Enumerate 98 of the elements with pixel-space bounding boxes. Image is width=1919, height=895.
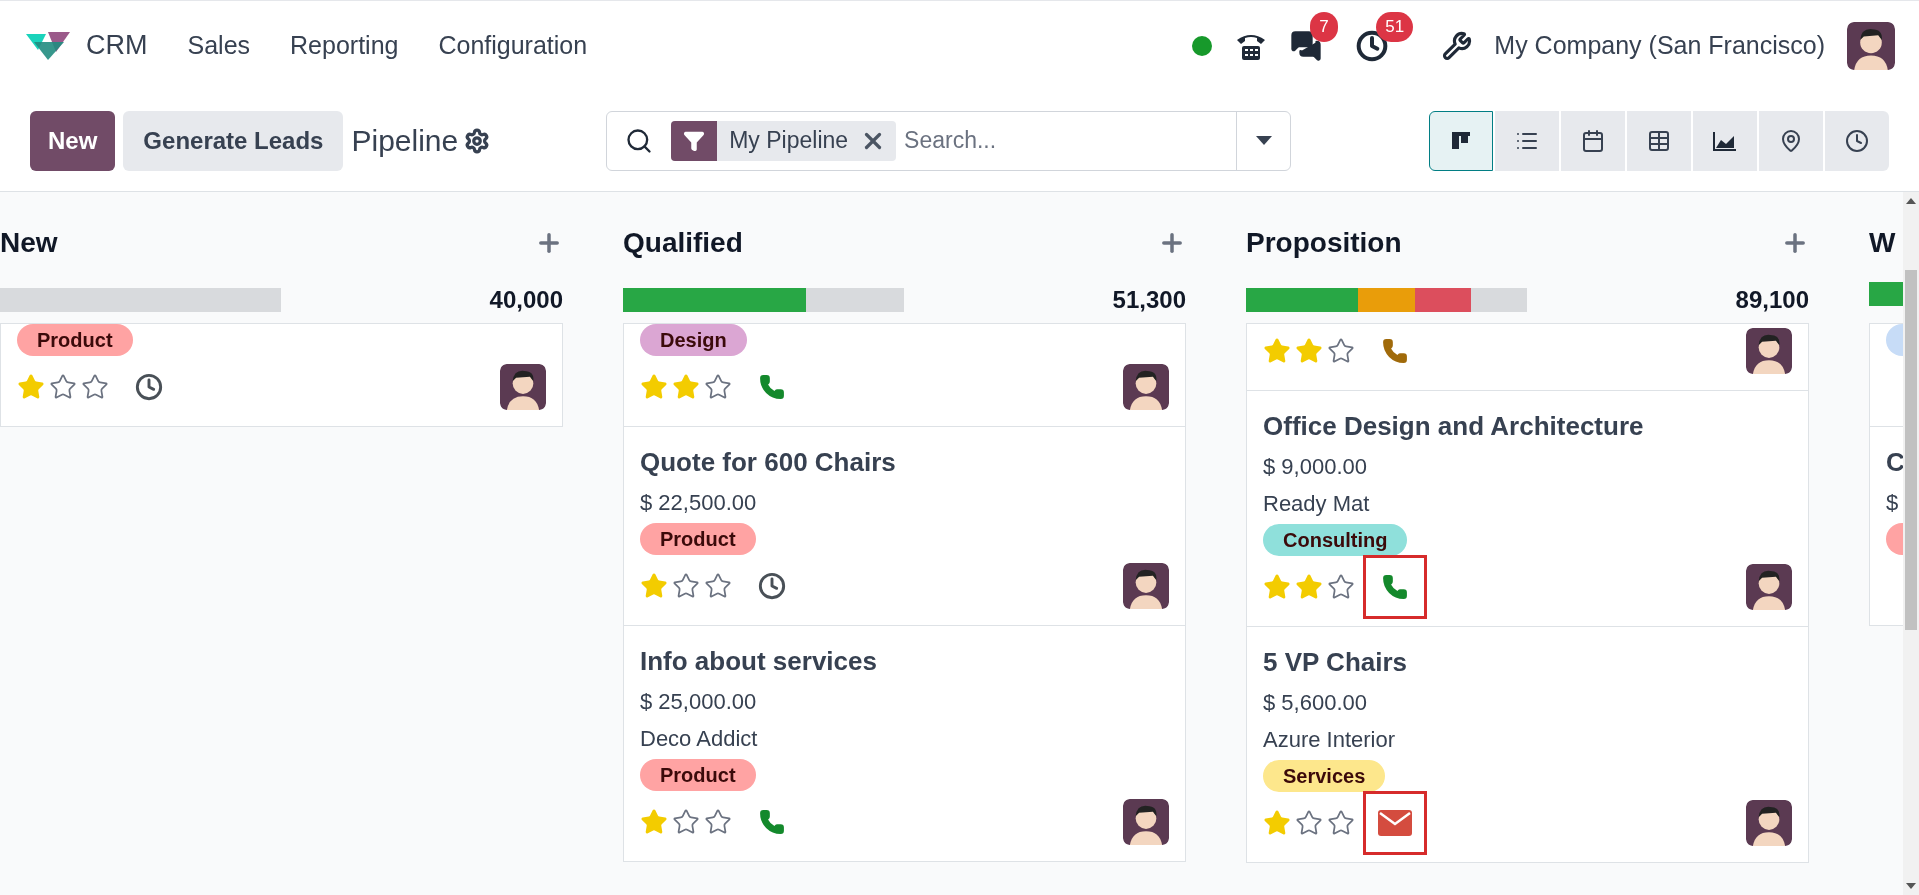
view-switch-button[interactable] — [1561, 110, 1625, 171]
avatar — [1746, 800, 1792, 846]
customer-name: Ready Mat — [1263, 490, 1371, 518]
star[interactable] — [81, 373, 109, 401]
star[interactable] — [1327, 337, 1355, 365]
card-amount: $ 25,000.00 — [640, 688, 758, 716]
card-title: Quote for 600 Chairs — [640, 446, 897, 479]
kanban-card[interactable]: 5 VP Chairs $ 5,600.00 Azure Interior Services — [1246, 626, 1809, 863]
filter-icon — [683, 129, 706, 152]
kanban-card[interactable]: Design — [623, 323, 1186, 427]
avatar — [1746, 564, 1792, 610]
search-icon[interactable] — [625, 126, 654, 155]
star[interactable] — [640, 572, 668, 600]
new-button[interactable]: New — [30, 110, 116, 171]
menu-item[interactable]: Sales — [167, 26, 271, 65]
notification-badge: 7 — [1310, 11, 1338, 42]
column-total: 40,000 — [489, 285, 563, 315]
page-title: Pipeline — [351, 123, 459, 159]
star[interactable] — [640, 808, 668, 836]
column-title: Qualified — [623, 226, 743, 260]
kanban-card[interactable]: Product — [0, 323, 563, 427]
card-title: Office Design and Architecture — [1263, 410, 1645, 443]
column-total: 89,100 — [1735, 285, 1809, 315]
star[interactable] — [704, 572, 732, 600]
menu-item[interactable]: Configuration — [418, 26, 608, 65]
tag: Product — [17, 324, 133, 356]
card-title: Info about services — [640, 645, 878, 678]
area-chart-icon — [1712, 129, 1738, 152]
card-amount: $ 9,000.00 — [1263, 453, 1368, 481]
star[interactable] — [1295, 573, 1323, 601]
star[interactable] — [49, 373, 77, 401]
facet-label: My Pipeline — [728, 126, 850, 156]
kanban-card[interactable]: Info about services $ 25,000.00 Deco Addict Product — [623, 625, 1186, 862]
tag: Consulting — [1263, 524, 1408, 556]
calendar-icon — [1581, 128, 1605, 153]
star[interactable] — [672, 572, 700, 600]
envelope-icon[interactable] — [1378, 810, 1412, 836]
star[interactable] — [1263, 573, 1291, 601]
app-name[interactable]: CRM — [86, 25, 148, 66]
kanban-icon — [1450, 129, 1472, 152]
card-amount: $ 5,600.00 — [1263, 689, 1368, 717]
star[interactable] — [672, 373, 700, 401]
customer-name: Azure Interior — [1263, 726, 1397, 754]
kanban-card[interactable]: Quote for 600 Chairs $ 22,500.00 Product — [623, 426, 1186, 626]
scroll-down-icon[interactable] — [1906, 883, 1916, 891]
table-icon — [1647, 128, 1671, 153]
star[interactable] — [1295, 337, 1323, 365]
avatar — [1123, 563, 1169, 609]
tools-icon[interactable] — [1442, 30, 1473, 61]
scroll-up-icon[interactable] — [1906, 196, 1916, 204]
star[interactable] — [1263, 337, 1291, 365]
tag: Services — [1263, 760, 1386, 792]
clock-icon[interactable] — [758, 572, 786, 600]
kanban-card[interactable]: Office Design and Architecture $ 9,000.00 Ready Mat Consulting — [1246, 390, 1809, 627]
view-switch-button[interactable] — [1627, 110, 1691, 171]
avatar — [500, 364, 546, 410]
view-switch-button[interactable] — [1759, 110, 1823, 171]
card-amount: $ 22,500.00 — [640, 489, 758, 517]
search-field[interactable]: My Pipeline Search... — [606, 110, 1292, 171]
column-title: New — [0, 226, 58, 260]
search-input[interactable]: Search... — [904, 123, 1237, 158]
clock-icon — [1845, 128, 1869, 153]
tag: Product — [640, 759, 756, 791]
tag: Product — [640, 523, 756, 555]
company-name[interactable]: My Company (San Francisco) — [1494, 26, 1825, 65]
view-switch-button[interactable] — [1825, 110, 1889, 171]
star[interactable] — [672, 808, 700, 836]
notification-badge: 51 — [1376, 11, 1414, 42]
star[interactable] — [704, 808, 732, 836]
avatar — [1746, 328, 1792, 374]
caret-icon — [1255, 135, 1272, 146]
star[interactable] — [1295, 809, 1323, 837]
tag: Design — [640, 324, 747, 356]
scrollbar[interactable] — [1903, 192, 1919, 895]
clock-icon[interactable] — [135, 373, 163, 401]
settings-icon[interactable] — [464, 127, 491, 154]
column-total: 51,300 — [1112, 285, 1186, 315]
card-title: 5 VP Chairs — [1263, 646, 1409, 679]
customer-name: Deco Addict — [640, 725, 759, 753]
star[interactable] — [640, 373, 668, 401]
star[interactable] — [1263, 809, 1291, 837]
star[interactable] — [17, 373, 45, 401]
star[interactable] — [1327, 809, 1355, 837]
star[interactable] — [704, 373, 732, 401]
avatar — [1123, 799, 1169, 845]
generate-leads-button[interactable]: Generate Leads — [123, 110, 344, 171]
avatar — [1847, 21, 1895, 70]
map-pin-icon — [1779, 128, 1803, 153]
column-title: Proposition — [1246, 226, 1402, 260]
view-switch-button[interactable] — [1429, 110, 1493, 171]
kanban-card[interactable] — [1246, 323, 1809, 391]
view-switch-button[interactable] — [1693, 110, 1757, 171]
menu-item[interactable]: Reporting — [270, 26, 419, 65]
view-switch-button[interactable] — [1495, 110, 1559, 171]
card-amount: $ — [1886, 489, 1900, 517]
star[interactable] — [1327, 573, 1355, 601]
avatar — [1123, 364, 1169, 410]
column-title: W — [1869, 226, 1896, 260]
